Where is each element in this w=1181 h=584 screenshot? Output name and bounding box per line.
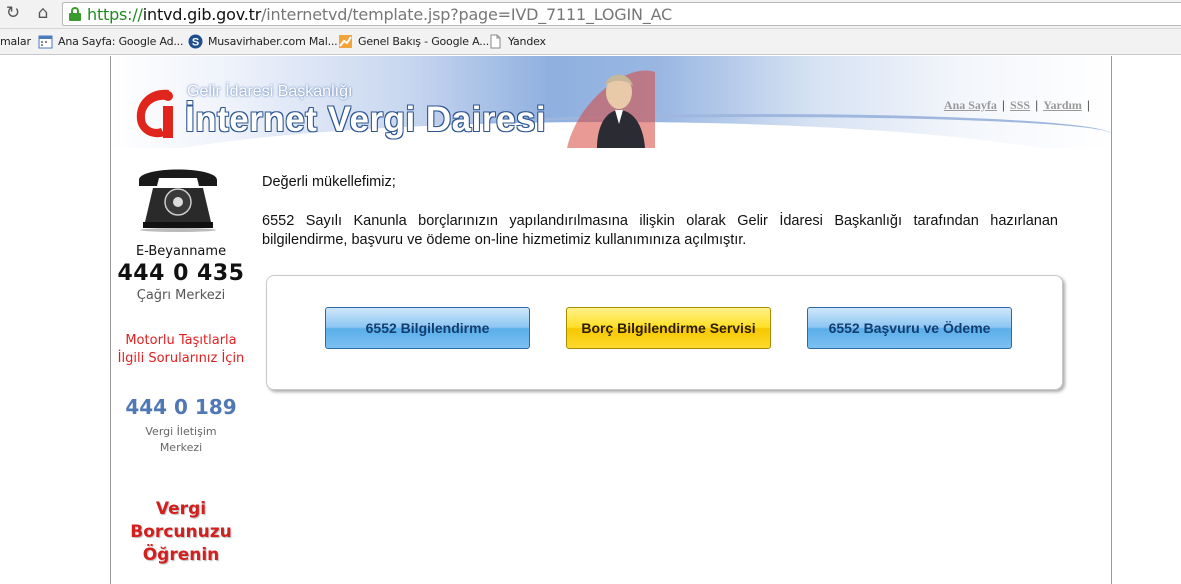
ebeyanname-title: E-Beyanname xyxy=(135,244,227,259)
bookmark-label: malar xyxy=(0,35,31,48)
url-text: https://intvd.gib.gov.tr/internetvd/temp… xyxy=(87,5,673,24)
url-field[interactable]: https://intvd.gib.gov.tr/internetvd/temp… xyxy=(62,2,1181,26)
separator: | xyxy=(1001,98,1006,112)
bookmarks-bar: malar Ana Sayfa: Google Ad... S Musavirh… xyxy=(0,29,1181,55)
nav-link-help[interactable]: Yardım xyxy=(1043,98,1082,112)
home-icon[interactable]: ⌂ xyxy=(34,4,52,22)
ebeyanname-phone-number: 444 0 435 xyxy=(117,261,245,286)
tax-contact-center-label: Vergi İletişim Merkezi xyxy=(145,425,217,454)
page-title: İnternet Vergi Dairesi xyxy=(185,100,547,139)
calendar-icon xyxy=(38,35,53,49)
greeting-text: Değerli mükellefimiz; xyxy=(262,174,396,190)
info-6552-button[interactable]: 6552 Bilgilendirme xyxy=(325,307,530,349)
bookmark-label: Ana Sayfa: Google Ad... xyxy=(58,35,184,48)
announcement-text: 6552 Sayılı Kanunla borçlarınızın yapıla… xyxy=(262,213,1058,248)
portrait-image xyxy=(567,70,655,148)
page-icon xyxy=(490,34,501,49)
left-sidebar: E-Beyanname 444 0 435 Çağrı Merkezi Moto… xyxy=(111,148,251,584)
lock-icon xyxy=(69,7,81,21)
gib-logo-icon xyxy=(136,89,173,138)
separator: | xyxy=(1035,98,1039,112)
top-links: Ana Sayfa | SSS | Yardım | xyxy=(944,98,1095,113)
analytics-icon xyxy=(339,35,352,48)
bookmark-label: Musavirhaber.com Mal... xyxy=(208,35,338,48)
tax-contact-number: 444 0 189 xyxy=(125,395,237,419)
application-payment-button[interactable]: 6552 Başvuru ve Ödeme xyxy=(807,307,1012,349)
address-bar-row: ↻ ⌂ https://intvd.gib.gov.tr/internetvd/… xyxy=(0,0,1181,29)
header-banner: Gelir İdaresi Başkanlığı İnternet Vergi … xyxy=(111,56,1111,148)
service-buttons-panel: 6552 Bilgilendirme Borç Bilgilendirme Se… xyxy=(266,275,1063,390)
svg-text:S: S xyxy=(192,37,199,49)
debt-info-service-button[interactable]: Borç Bilgilendirme Servisi xyxy=(566,307,771,349)
bookmark-label: Yandex xyxy=(508,35,546,48)
nav-link-faq[interactable]: SSS xyxy=(1010,98,1030,112)
call-center-label: Çağrı Merkezi xyxy=(136,288,226,303)
telephone-icon xyxy=(139,169,217,232)
site-icon: S xyxy=(188,34,203,49)
reload-icon[interactable]: ↻ xyxy=(4,4,22,22)
tax-debt-link[interactable]: Vergi Borcunuzu Öğrenin xyxy=(121,498,241,567)
separator: | xyxy=(1086,98,1090,112)
vehicle-questions-text[interactable]: Motorlu Taşıtlarla İlgili Sorularınız İç… xyxy=(115,332,247,368)
banner-subtitle: Gelir İdaresi Başkanlığı xyxy=(187,83,353,100)
page-frame: Gelir İdaresi Başkanlığı İnternet Vergi … xyxy=(110,56,1112,584)
bookmark-item[interactable]: malar xyxy=(0,34,31,50)
bookmark-label: Genel Bakış - Google A... xyxy=(358,35,490,48)
nav-link-home[interactable]: Ana Sayfa xyxy=(944,98,997,112)
